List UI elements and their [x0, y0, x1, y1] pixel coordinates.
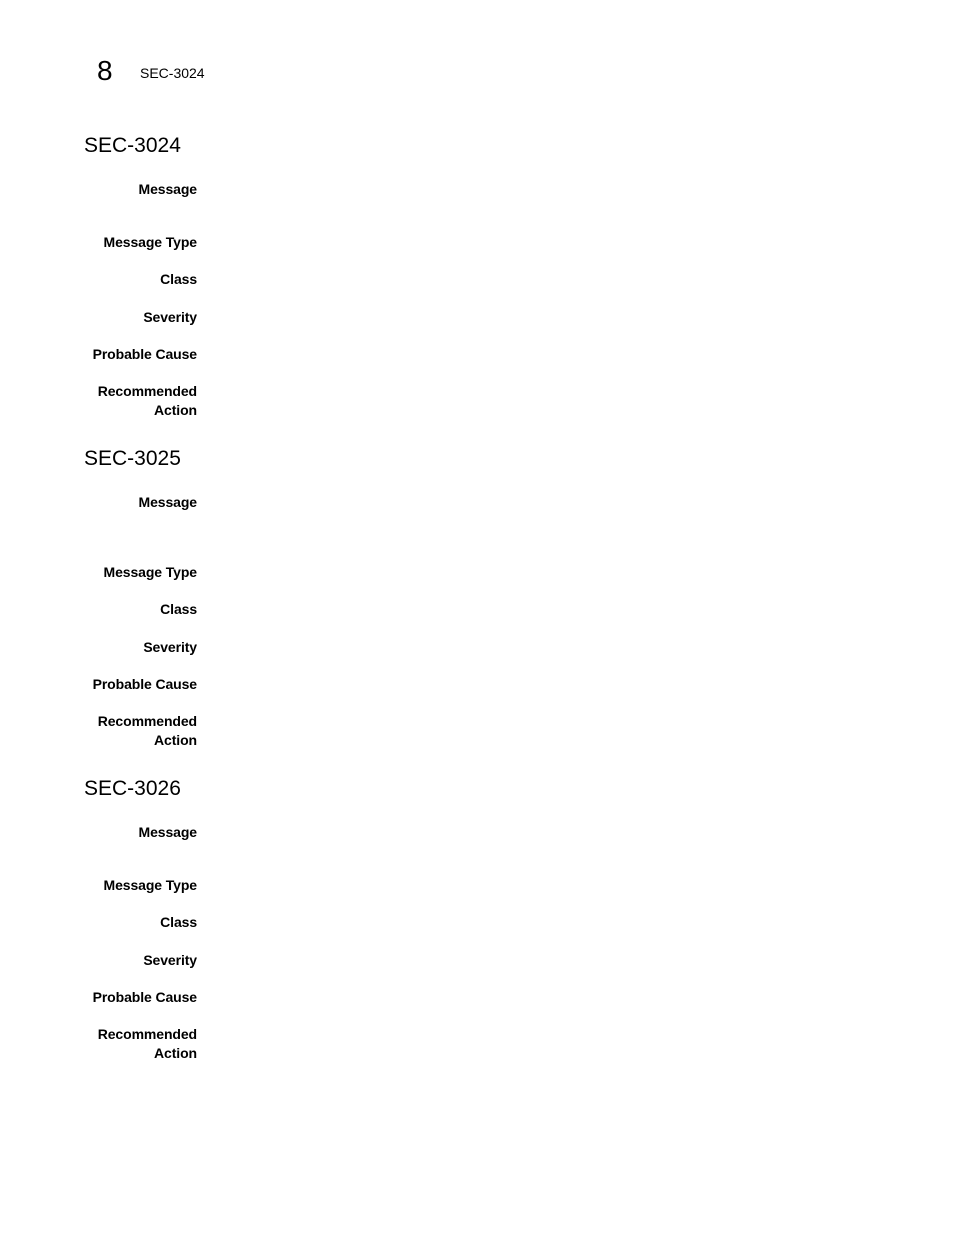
- label-probable-cause: Probable Cause: [92, 989, 198, 1005]
- label-message-type: Message Type: [103, 877, 198, 893]
- section-title: SEC-3026: [84, 777, 181, 800]
- label-severity: Severity: [143, 952, 197, 968]
- label-recommended-line1: Recommended: [97, 383, 197, 399]
- label-recommended-action: Recommended Action: [67, 712, 197, 750]
- label-severity: Severity: [143, 309, 197, 325]
- label-probable-cause: Probable Cause: [92, 346, 198, 362]
- label-message: Message: [138, 494, 198, 510]
- chapter-number: 8: [97, 55, 113, 86]
- label-recommended-action: Recommended Action: [67, 1025, 197, 1063]
- label-recommended-action: Recommended Action: [67, 382, 197, 420]
- label-probable-cause: Probable Cause: [92, 676, 198, 692]
- running-head: SEC-3024: [140, 65, 205, 81]
- label-recommended-line1: Recommended: [97, 1026, 197, 1042]
- section-title: SEC-3025: [84, 447, 181, 470]
- label-recommended-line2: Action: [154, 732, 197, 748]
- label-message-type: Message Type: [103, 234, 198, 250]
- label-message: Message: [138, 181, 198, 197]
- label-message-type: Message Type: [103, 564, 198, 580]
- label-message: Message: [138, 824, 198, 840]
- label-class: Class: [160, 914, 197, 930]
- label-severity: Severity: [143, 639, 197, 655]
- label-recommended-line1: Recommended: [97, 713, 197, 729]
- label-class: Class: [160, 601, 197, 617]
- label-recommended-line2: Action: [154, 402, 197, 418]
- label-recommended-line2: Action: [154, 1045, 197, 1061]
- section-title: SEC-3024: [84, 134, 181, 157]
- label-class: Class: [160, 271, 197, 287]
